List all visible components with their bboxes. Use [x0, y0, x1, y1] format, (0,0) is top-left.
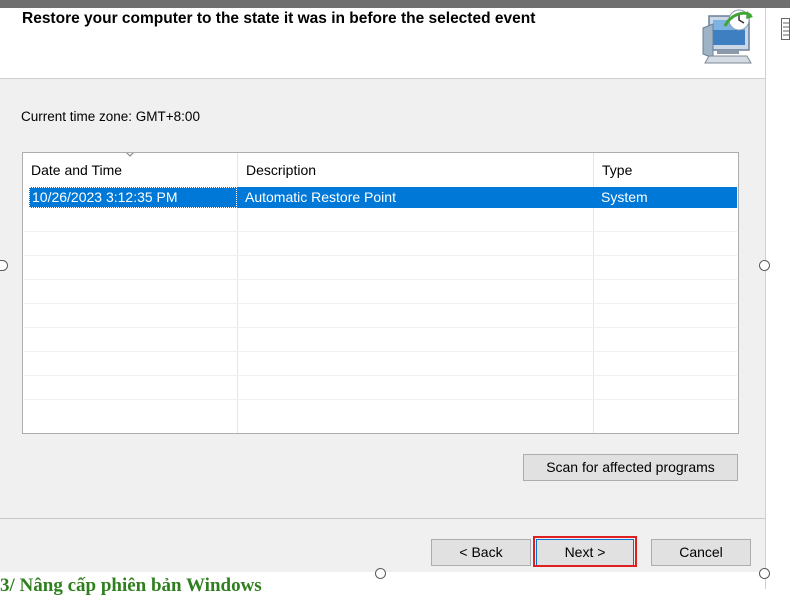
system-restore-icon — [695, 8, 757, 68]
grid-line — [24, 255, 737, 256]
grid-line — [24, 375, 737, 376]
column-header-description[interactable]: Description — [238, 153, 594, 186]
table-header: Date and Time Description Type — [23, 153, 738, 186]
column-header-label: Date and Time — [31, 162, 123, 178]
back-button[interactable]: < Back — [431, 539, 531, 566]
resize-handle-icon[interactable] — [759, 260, 770, 271]
sort-arrow-icon — [126, 153, 134, 157]
grid-line — [24, 231, 737, 232]
column-header-label: Type — [602, 162, 633, 178]
wizard-title: Restore your computer to the state it wa… — [22, 10, 536, 27]
timezone-label: Current time zone: GMT+8:00 — [21, 109, 200, 124]
cancel-button[interactable]: Cancel — [651, 539, 751, 566]
grid-line — [24, 399, 737, 400]
wizard-body: Current time zone: GMT+8:00 Date and Tim… — [0, 79, 765, 518]
document-heading-fragment: 3/ Nâng cấp phiên bản Windows — [0, 575, 262, 596]
cell-description: Automatic Restore Point — [245, 189, 396, 205]
scan-affected-programs-button[interactable]: Scan for affected programs — [523, 454, 738, 481]
column-header-type[interactable]: Type — [594, 153, 738, 186]
document-icon[interactable] — [781, 18, 790, 40]
resize-handle-icon[interactable] — [375, 568, 386, 579]
grid-line — [24, 327, 737, 328]
column-header-date-time[interactable]: Date and Time — [23, 153, 238, 186]
grid-line — [24, 279, 737, 280]
window-top-strip — [0, 0, 790, 8]
next-button-highlight — [533, 536, 637, 567]
cell-type: System — [601, 189, 648, 205]
table-row[interactable]: 10/26/2023 3:12:35 PM Automatic Restore … — [29, 187, 737, 208]
cell-date-time: 10/26/2023 3:12:35 PM — [32, 189, 178, 205]
grid-line — [24, 351, 737, 352]
resize-handle-icon[interactable] — [759, 568, 770, 579]
restore-points-table[interactable]: Date and Time Description Type 10/26/202… — [22, 152, 739, 434]
document-margin — [765, 8, 790, 589]
column-header-label: Description — [246, 162, 317, 178]
wizard-header: Restore your computer to the state it wa… — [0, 8, 765, 79]
grid-line — [24, 303, 737, 304]
